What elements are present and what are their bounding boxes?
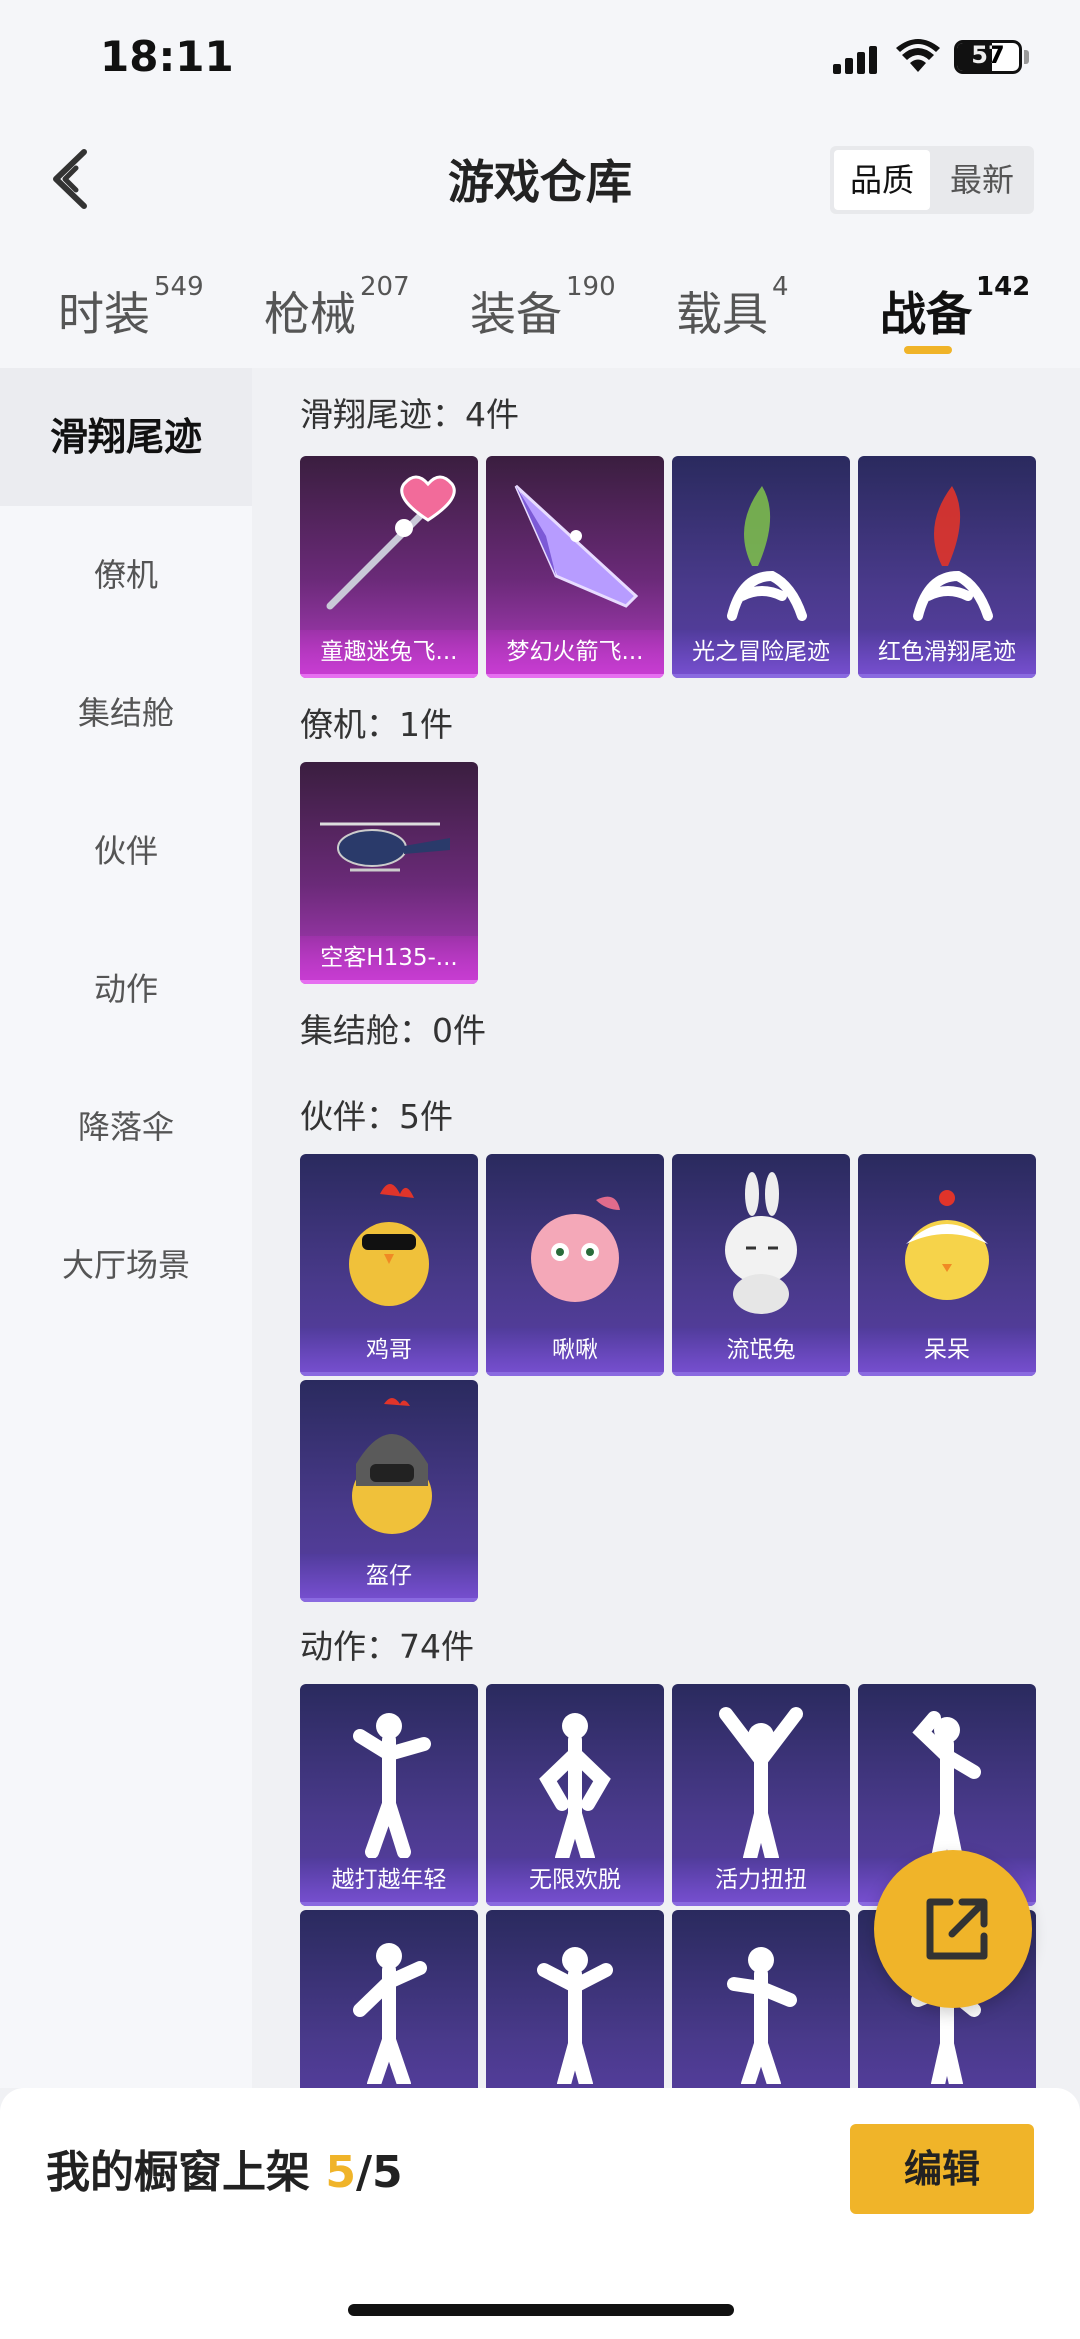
- item-card[interactable]: 越打越年轻: [300, 1684, 478, 1906]
- dance-pose-icon: [727, 1947, 797, 2084]
- battery-tip: [1024, 50, 1029, 64]
- item-card[interactable]: [300, 1910, 478, 2088]
- category-tabs: 时装 549 枪械 207 装备 190 载具 4 战备 142: [0, 260, 1080, 360]
- tab-label: 载具: [676, 287, 768, 341]
- item-name: 盔仔: [300, 1554, 478, 1602]
- sidebar-item-glide-trail[interactable]: 滑翔尾迹: [0, 368, 252, 506]
- showcase-label: 我的橱窗上架: [46, 2147, 310, 2198]
- item-name: 鸡哥: [300, 1328, 478, 1376]
- item-name: 越打越年轻: [300, 1858, 478, 1906]
- sidebar-item-capsule[interactable]: 集结舱: [0, 644, 252, 782]
- rocket-glider-icon: [514, 484, 639, 608]
- dance-pose-icon: [912, 1711, 981, 1858]
- green-smoke-trail-icon: [727, 486, 807, 621]
- active-tab-indicator: [904, 346, 952, 354]
- tab-equipment[interactable]: 装备 190: [470, 272, 616, 344]
- dance-pose-icon: [353, 1713, 431, 1858]
- section-title-emote: 动作：74件: [300, 1627, 474, 1666]
- showcase-total: /5: [355, 2147, 403, 2198]
- item-card[interactable]: 呆呆: [858, 1154, 1036, 1376]
- cellular-signal-icon: [833, 44, 881, 74]
- tab-fashion[interactable]: 时装 549: [58, 272, 204, 344]
- tab-combat-prep[interactable]: 战备 142: [880, 272, 1030, 344]
- helmet-chick-partner-icon: [352, 1398, 432, 1534]
- sort-option-newest[interactable]: 最新: [934, 150, 1030, 210]
- top-area: 18:11 57 游戏仓库 品质 最新 时装 549 枪械 207 装备 190 载具…: [0, 0, 1080, 368]
- item-card[interactable]: 盔仔: [300, 1380, 478, 1602]
- item-name: 呆呆: [858, 1328, 1036, 1376]
- tab-count: 190: [566, 272, 616, 302]
- sort-toggle: 品质 最新: [830, 146, 1034, 214]
- item-card[interactable]: 流氓兔: [672, 1154, 850, 1376]
- item-card[interactable]: 红色滑翔尾迹: [858, 456, 1036, 678]
- magic-wand-icon: [326, 475, 456, 610]
- tab-count: 142: [976, 272, 1031, 302]
- home-indicator: [348, 2304, 734, 2316]
- item-name: 无限欢脱: [486, 1858, 664, 1906]
- item-card[interactable]: 活力扭扭: [672, 1684, 850, 1906]
- status-time: 18:11: [100, 32, 234, 81]
- item-card[interactable]: 光之冒险尾迹: [672, 456, 850, 678]
- sidebar-item-wingman[interactable]: 僚机: [0, 506, 252, 644]
- section-title-partner: 伙伴：5件: [300, 1097, 453, 1136]
- item-name: 流氓兔: [672, 1328, 850, 1376]
- item-name: 光之冒险尾迹: [672, 630, 850, 678]
- tab-count: 207: [360, 272, 410, 302]
- item-name: 活力扭扭: [672, 1858, 850, 1906]
- item-card[interactable]: 无限欢脱: [486, 1684, 664, 1906]
- showcase-status: 我的橱窗上架 5/5: [46, 2136, 403, 2200]
- section-title-capsule: 集结舱：0件: [300, 1011, 486, 1050]
- item-card[interactable]: 空客H135-...: [300, 762, 478, 984]
- share-button[interactable]: [874, 1850, 1032, 2008]
- chick-partner-icon: [905, 1190, 989, 1300]
- wifi-icon: [896, 39, 940, 72]
- dance-pose-icon: [537, 1947, 613, 2084]
- item-card[interactable]: [672, 1910, 850, 2088]
- status-bar: 18:11 57: [0, 0, 1080, 120]
- rooster-partner-icon: [349, 1184, 429, 1306]
- item-name: 红色滑翔尾迹: [858, 630, 1036, 678]
- showcase-bar: 我的橱窗上架 5/5 编辑: [0, 2088, 1080, 2339]
- sort-option-quality[interactable]: 品质: [834, 150, 930, 210]
- tab-label: 装备: [470, 287, 562, 341]
- item-card[interactable]: 鸡哥: [300, 1154, 478, 1376]
- tab-vehicles[interactable]: 载具 4: [676, 272, 789, 344]
- section-title-glide: 滑翔尾迹：4件: [300, 395, 519, 434]
- section-title-wingman: 僚机：1件: [300, 705, 453, 744]
- tab-count: 549: [154, 272, 204, 302]
- edit-button[interactable]: 编辑: [850, 2124, 1034, 2214]
- item-card[interactable]: 童趣迷兔飞...: [300, 456, 478, 678]
- pink-bird-partner-icon: [531, 1196, 620, 1302]
- item-card[interactable]: [486, 1910, 664, 2088]
- item-name: 啾啾: [486, 1328, 664, 1376]
- tab-firearms[interactable]: 枪械 207: [264, 272, 410, 344]
- sidebar-item-partner[interactable]: 伙伴: [0, 782, 252, 920]
- red-smoke-trail-icon: [913, 486, 993, 621]
- sidebar: 滑翔尾迹 僚机 集结舱 伙伴 动作 降落伞 大厅场景: [0, 368, 252, 2088]
- item-grid: 滑翔尾迹：4件 童趣迷兔飞... 梦幻火箭飞... 光之冒险尾迹 红色滑翔尾迹 …: [252, 368, 1080, 2088]
- tab-label: 时装: [58, 287, 150, 341]
- showcase-current: 5: [325, 2147, 356, 2198]
- sidebar-item-emote[interactable]: 动作: [0, 920, 252, 1058]
- helicopter-icon: [320, 822, 450, 872]
- battery-icon: 57: [954, 40, 1022, 74]
- tab-label: 战备: [880, 287, 972, 341]
- item-name: 童趣迷兔飞...: [300, 630, 478, 678]
- sidebar-item-lobby-scene[interactable]: 大厅场景: [0, 1196, 252, 1334]
- item-name: 梦幻火箭飞...: [486, 630, 664, 678]
- tab-count: 4: [772, 272, 789, 302]
- rabbit-partner-icon: [725, 1172, 797, 1314]
- sidebar-item-parachute[interactable]: 降落伞: [0, 1058, 252, 1196]
- external-link-icon: [926, 1898, 988, 1960]
- item-name: 空客H135-...: [300, 936, 478, 984]
- item-card[interactable]: 啾啾: [486, 1154, 664, 1376]
- dance-pose-icon: [353, 1943, 427, 2084]
- dance-pose-icon: [539, 1713, 611, 1858]
- battery-level: 57: [971, 41, 1005, 69]
- item-card[interactable]: 梦幻火箭飞...: [486, 456, 664, 678]
- tab-label: 枪械: [264, 287, 356, 341]
- dance-pose-icon: [719, 1707, 803, 1858]
